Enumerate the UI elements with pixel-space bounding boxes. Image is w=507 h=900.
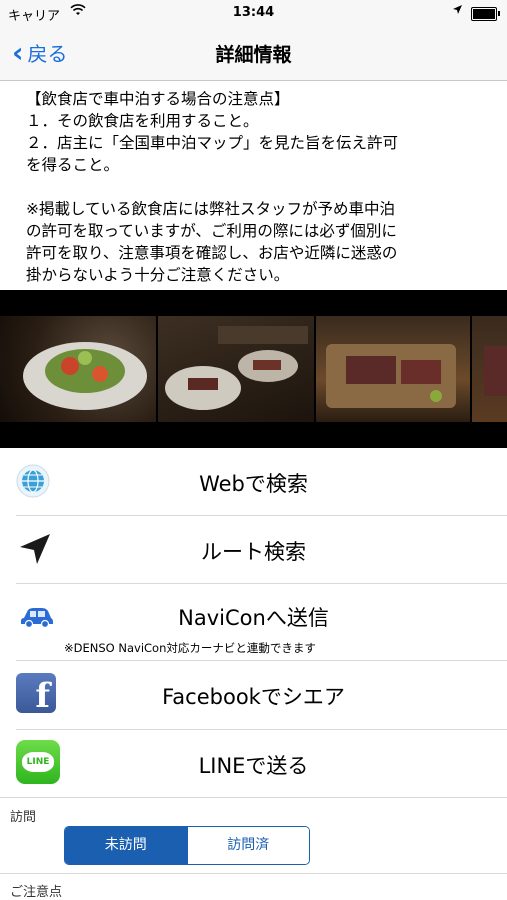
photo-4[interactable] [472, 316, 507, 422]
photo-3[interactable] [316, 316, 470, 422]
divider [0, 873, 507, 874]
facebook-share-button[interactable]: f Facebookでシエア [0, 661, 507, 728]
route-search-button[interactable]: ルート検索 [0, 516, 507, 583]
navicon-send-label: NaviConへ送信 [178, 606, 329, 630]
clock: 13:44 [232, 5, 275, 20]
navigation-bar: ‹ 戻る 詳細情報 [0, 26, 507, 81]
battery-icon [471, 7, 500, 21]
segment-not-visited[interactable]: 未訪問 [65, 827, 187, 864]
photo-2[interactable] [158, 316, 314, 422]
web-search-button[interactable]: Webで検索 [0, 448, 507, 515]
line-send-label: LINEで送る [198, 754, 309, 778]
divider [0, 797, 507, 798]
parking-notes: 【飲食店で車中泊する場合の注意点】 １．その飲食店を利用すること。 ２．店主に「… [26, 90, 399, 284]
web-search-label: Webで検索 [199, 472, 308, 496]
visit-status-segmented-control[interactable]: 未訪問 訪問済 [64, 826, 310, 865]
photo-1[interactable] [0, 316, 156, 422]
segment-visited[interactable]: 訪問済 [186, 827, 309, 864]
facebook-share-label: Facebookでシエア [162, 685, 345, 709]
visit-section-label: 訪問 [10, 810, 37, 825]
route-search-label: ルート検索 [201, 540, 306, 564]
notes-section-label: ご注意点 [10, 885, 63, 900]
photo-strip[interactable] [0, 290, 507, 448]
line-send-button[interactable]: LINE LINEで送る [0, 730, 507, 797]
status-bar: キャリア 13:44 [0, 0, 507, 26]
page-title: 詳細情報 [215, 44, 292, 66]
location-services-icon [452, 4, 463, 19]
navicon-note: ※DENSO NaviCon対応カーナビと連動できます [64, 641, 316, 655]
